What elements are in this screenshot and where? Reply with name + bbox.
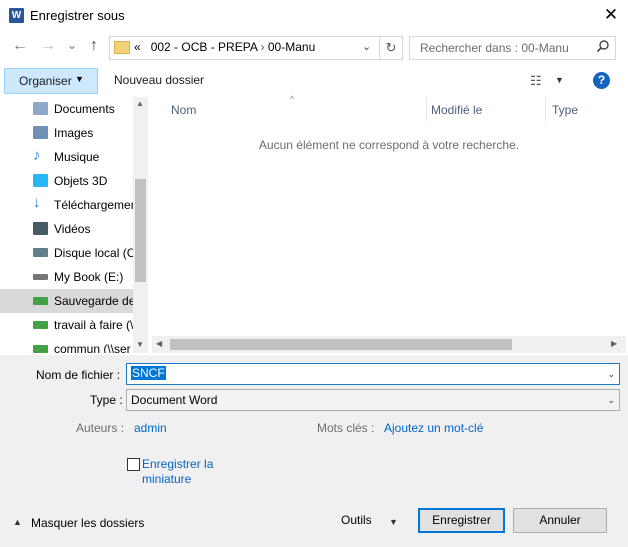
sort-ascending-icon: ^ (290, 94, 295, 104)
column-divider[interactable] (426, 97, 427, 121)
cancel-button[interactable]: Annuler (513, 508, 607, 533)
breadcrumb-separator-icon[interactable]: › (261, 40, 265, 54)
navigation-pane[interactable]: Documents Images ♪ Musique Objets 3D ↓ T… (0, 97, 148, 353)
tools-button[interactable]: Outils (341, 513, 372, 527)
word-app-icon: W (9, 8, 24, 23)
sidebar-item-downloads[interactable]: ↓ Téléchargements (0, 193, 133, 217)
close-icon[interactable]: ✕ (602, 5, 620, 25)
column-divider[interactable] (545, 97, 546, 121)
local-disk-icon (33, 248, 48, 257)
scroll-right-icon[interactable]: ▶ (611, 339, 617, 348)
downloads-icon: ↓ (33, 194, 41, 211)
hide-folders-button[interactable]: Masquer les dossiers (31, 516, 144, 530)
authors-label: Auteurs : (76, 421, 125, 435)
title-bar: W Enregistrer sous ✕ (0, 0, 628, 32)
save-thumbnail-label-line2[interactable]: miniature (142, 472, 191, 486)
tools-dropdown-icon[interactable]: ▼ (389, 517, 398, 527)
new-folder-button[interactable]: Nouveau dossier (114, 73, 204, 87)
images-icon (33, 126, 48, 139)
filename-label: Nom de fichier : (36, 368, 121, 382)
sidebar-item-local-disk[interactable]: Disque local (C:) (0, 241, 133, 265)
network-drive-icon (33, 321, 48, 329)
organise-button[interactable]: Organiser ▼ (4, 68, 98, 94)
sidebar-item-label: travail à faire (\\ (54, 318, 133, 332)
sidebar-item-documents[interactable]: Documents (0, 97, 133, 121)
sidebar-item-label: Disque local (C:) (54, 246, 133, 260)
sidebar-item-sauvegarde[interactable]: Sauvegarde des (0, 289, 133, 313)
back-arrow-icon[interactable]: ← (10, 37, 30, 55)
sidebar-item-videos[interactable]: Vidéos (0, 217, 133, 241)
column-header-type[interactable]: Type (552, 103, 578, 117)
sidebar-item-label: Musique (54, 150, 100, 164)
sidebar-item-label: commun (\\ser (54, 342, 131, 353)
file-type-value: Document Word (131, 393, 218, 407)
file-list[interactable]: ^ Nom Modifié le Type Aucun élément ne c… (152, 94, 626, 353)
network-drive-icon (33, 297, 48, 305)
empty-message: Aucun élément ne correspond à votre rech… (258, 138, 520, 152)
column-header-name[interactable]: Nom (171, 103, 196, 117)
forward-arrow-icon[interactable]: → (38, 37, 58, 55)
sidebar-item-my-book[interactable]: My Book (E:) (0, 265, 133, 289)
sidebar-scrollbar[interactable]: ▲ ▼ (133, 97, 148, 353)
sidebar-item-label: Téléchargements (54, 198, 133, 212)
music-icon: ♪ (33, 147, 41, 164)
sidebar-item-label: Documents (54, 102, 115, 116)
file-type-dropdown-icon[interactable]: ⌄ (607, 395, 615, 406)
horizontal-scrollbar[interactable]: ◀ ▶ (152, 336, 626, 353)
filename-input[interactable]: SNCF ⌄ (126, 363, 620, 385)
sidebar-item-images[interactable]: Images (0, 121, 133, 145)
add-keyword-link[interactable]: Ajoutez un mot-clé (384, 421, 483, 435)
folder-icon (114, 41, 130, 54)
caret-down-icon: ▼ (75, 74, 84, 84)
keywords-label: Mots clés : (317, 421, 375, 435)
sidebar-item-commun[interactable]: commun (\\ser (0, 337, 133, 353)
drive-icon (33, 274, 48, 280)
breadcrumb-item[interactable]: 002 - OCB - PREPA (151, 40, 257, 54)
sidebar-scroll-thumb[interactable] (135, 179, 146, 282)
refresh-icon[interactable]: ↻ (379, 36, 403, 60)
search-icon[interactable] (596, 39, 610, 56)
address-bar[interactable]: « 002 - OCB - PREPA › 00-Manu ⌄ (109, 36, 380, 60)
sidebar-item-label: My Book (E:) (54, 270, 124, 284)
recent-locations-chevron-icon[interactable]: ⌄ (62, 38, 82, 52)
view-dropdown-icon[interactable]: ▼ (555, 75, 564, 85)
filename-dropdown-icon[interactable]: ⌄ (607, 369, 615, 380)
scroll-down-icon[interactable]: ▼ (136, 340, 144, 349)
sidebar-item-travail[interactable]: travail à faire (\\ (0, 313, 133, 337)
search-input[interactable]: Rechercher dans : 00-Manu (409, 36, 616, 60)
breadcrumb-overflow[interactable]: « (134, 40, 141, 54)
horizontal-scroll-thumb[interactable] (170, 339, 512, 350)
sidebar-item-label: Images (54, 126, 94, 140)
breadcrumb-item[interactable]: 00-Manu (268, 40, 315, 54)
sidebar-item-label: Sauvegarde des (54, 294, 133, 308)
type-label: Type : (90, 393, 123, 407)
sidebar-item-3d-objects[interactable]: Objets 3D (0, 169, 133, 193)
authors-value[interactable]: admin (134, 421, 167, 435)
column-header-modified[interactable]: Modifié le (431, 103, 482, 117)
save-thumbnail-label[interactable]: Enregistrer la (142, 457, 213, 471)
scroll-left-icon[interactable]: ◀ (156, 339, 162, 348)
documents-icon (33, 102, 48, 115)
save-button[interactable]: Enregistrer (418, 508, 505, 533)
objects-3d-icon (33, 174, 48, 187)
network-drive-icon (33, 345, 48, 353)
search-placeholder: Rechercher dans : 00-Manu (420, 41, 569, 55)
save-thumbnail-checkbox[interactable] (127, 458, 140, 471)
scroll-up-icon[interactable]: ▲ (136, 99, 144, 108)
up-arrow-icon[interactable]: ↑ (84, 37, 104, 55)
hide-folders-caret-icon[interactable]: ▲ (13, 517, 22, 527)
sidebar-item-label: Vidéos (54, 222, 91, 236)
organise-label: Organiser (19, 74, 72, 88)
filename-value: SNCF (131, 366, 166, 380)
address-dropdown-icon[interactable]: ⌄ (362, 40, 371, 53)
file-type-select[interactable]: Document Word ⌄ (126, 389, 620, 411)
help-icon[interactable]: ? (593, 72, 610, 89)
view-options-icon[interactable]: ☷ (530, 73, 542, 89)
sidebar-item-label: Objets 3D (54, 174, 108, 188)
breadcrumb: « 002 - OCB - PREPA › 00-Manu (134, 40, 315, 54)
videos-icon (33, 222, 48, 235)
sidebar-item-music[interactable]: ♪ Musique (0, 145, 133, 169)
window-title: Enregistrer sous (30, 8, 125, 23)
